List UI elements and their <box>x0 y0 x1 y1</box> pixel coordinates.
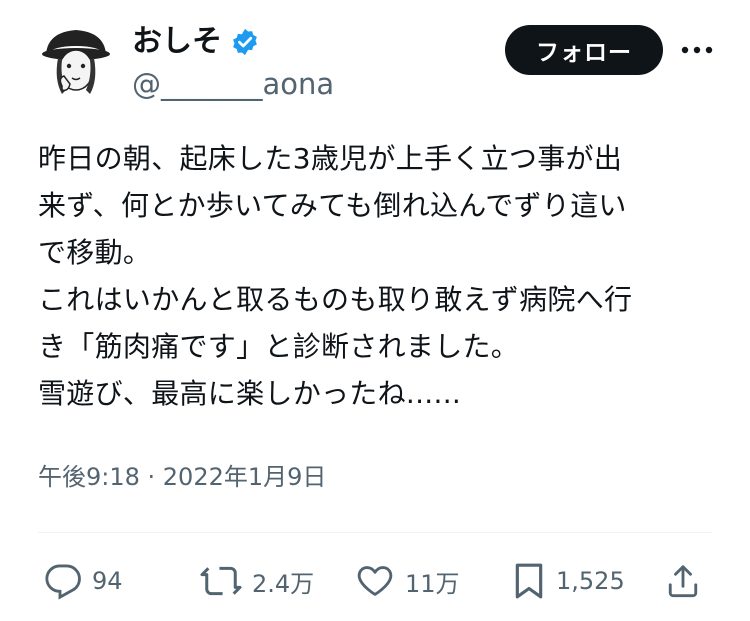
action-bar: 94 2.4万 11万 1,525 <box>0 556 750 606</box>
author-handle[interactable]: @_______aona <box>132 66 334 102</box>
avatar-illustration <box>38 20 114 100</box>
tweet-timestamp[interactable]: 午後9:18 · 2022年1月9日 <box>38 460 326 494</box>
verified-badge-icon <box>230 27 260 57</box>
follow-button[interactable]: フォロー <box>505 25 663 75</box>
reply-count: 94 <box>92 567 123 595</box>
tweet-line: き「筋肉痛です」と診断されました。 <box>38 330 520 363</box>
like-count: 11万 <box>405 569 460 598</box>
tweet-line: これはいかんと取るものも取り敢えず病院へ行 <box>38 283 633 316</box>
tweet-line: 来ず、何とか歩いてみても倒れ込んでずり這い <box>38 189 627 222</box>
retweet-icon <box>200 562 242 600</box>
tweet-line: で移動。 <box>38 236 152 269</box>
retweet-count: 2.4万 <box>252 569 315 598</box>
heart-icon <box>355 562 395 600</box>
retweet-button[interactable]: 2.4万 <box>200 556 314 606</box>
tweet-line: 昨日の朝、起床した3歳児が上手く立つ事が出 <box>38 142 623 175</box>
avatar[interactable] <box>38 20 114 100</box>
display-name[interactable]: おしそ <box>132 22 222 62</box>
like-button[interactable]: 11万 <box>355 556 460 606</box>
tweet-text: 昨日の朝、起床した3歳児が上手く立つ事が出 来ず、何とか歩いてみても倒れ込んでず… <box>38 135 728 417</box>
bookmark-count: 1,525 <box>556 567 625 595</box>
reply-button[interactable]: 94 <box>44 556 123 606</box>
bookmark-button[interactable]: 1,525 <box>512 556 625 606</box>
divider <box>38 532 712 533</box>
reply-icon <box>44 562 82 600</box>
tweet-line: 雪遊び、最高に楽しかったね...... <box>38 377 462 410</box>
author-name-row[interactable]: おしそ <box>132 22 260 62</box>
share-button[interactable] <box>665 556 701 606</box>
more-dots-icon[interactable] <box>680 36 714 64</box>
bookmark-icon <box>512 561 546 601</box>
share-icon <box>665 562 701 600</box>
